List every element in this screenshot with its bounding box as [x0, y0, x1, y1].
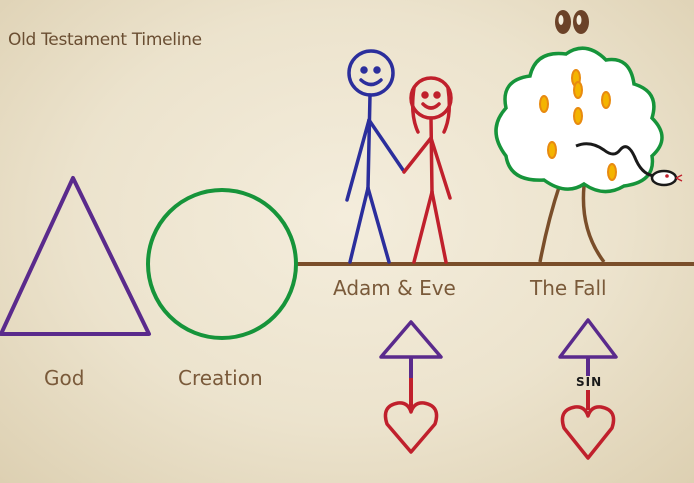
- triangle-heart-icon-adam-eve: [379, 320, 443, 454]
- god-label: God: [44, 366, 85, 390]
- stick-figure-adam-icon: [345, 49, 405, 264]
- circle-creation-icon: [146, 188, 298, 340]
- triangle-heart-icon-fall: [558, 318, 618, 460]
- tree-icon: [494, 46, 664, 264]
- eyes-icon: [555, 10, 589, 34]
- stick-figure-eve-icon: [402, 76, 453, 264]
- fall-label: The Fall: [530, 276, 607, 300]
- creation-label: Creation: [178, 366, 263, 390]
- slide: Old Testament Timeline God Creation Adam…: [0, 0, 694, 483]
- adam-eve-label: Adam & Eve: [333, 276, 456, 300]
- sin-label: SIN: [576, 375, 603, 389]
- timeline-art: [0, 10, 694, 460]
- slide-title: Old Testament Timeline: [8, 30, 202, 50]
- triangle-god-icon: [0, 176, 151, 336]
